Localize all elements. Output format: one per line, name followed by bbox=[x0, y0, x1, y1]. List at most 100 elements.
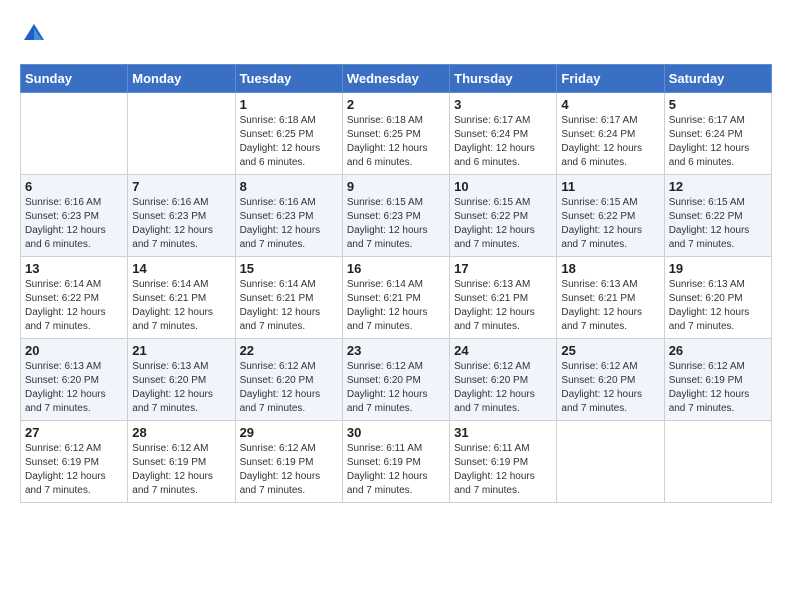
day-info: Sunrise: 6:16 AM Sunset: 6:23 PM Dayligh… bbox=[25, 196, 123, 252]
day-number: 11 bbox=[561, 179, 659, 194]
day-number: 28 bbox=[132, 425, 230, 440]
day-number: 16 bbox=[347, 261, 445, 276]
calendar-cell: 7 Sunrise: 6:16 AM Sunset: 6:23 PM Daylig… bbox=[128, 175, 235, 257]
day-number: 22 bbox=[240, 343, 338, 358]
calendar-cell: 12Sunrise: 6:15 AM Sunset: 6:22 PM Dayli… bbox=[664, 175, 771, 257]
day-number: 17 bbox=[454, 261, 552, 276]
day-number: 21 bbox=[132, 343, 230, 358]
calendar-cell: 9 Sunrise: 6:15 AM Sunset: 6:23 PM Daylig… bbox=[342, 175, 449, 257]
day-header: Friday bbox=[557, 65, 664, 93]
day-number: 3 bbox=[454, 97, 552, 112]
calendar-week-row: 1 Sunrise: 6:18 AM Sunset: 6:25 PM Daylig… bbox=[21, 93, 772, 175]
day-number: 2 bbox=[347, 97, 445, 112]
day-info: Sunrise: 6:13 AM Sunset: 6:20 PM Dayligh… bbox=[669, 278, 767, 334]
day-header: Sunday bbox=[21, 65, 128, 93]
day-info: Sunrise: 6:12 AM Sunset: 6:19 PM Dayligh… bbox=[132, 442, 230, 498]
calendar-body: 1 Sunrise: 6:18 AM Sunset: 6:25 PM Daylig… bbox=[21, 93, 772, 503]
calendar-table: SundayMondayTuesdayWednesdayThursdayFrid… bbox=[20, 64, 772, 503]
calendar-cell: 14Sunrise: 6:14 AM Sunset: 6:21 PM Dayli… bbox=[128, 257, 235, 339]
calendar-cell: 13 Sunrise: 6:14 AM Sunset: 6:22 PM Dayli… bbox=[21, 257, 128, 339]
day-info: Sunrise: 6:17 AM Sunset: 6:24 PM Dayligh… bbox=[454, 114, 552, 170]
calendar-cell: 1 Sunrise: 6:18 AM Sunset: 6:25 PM Daylig… bbox=[235, 93, 342, 175]
calendar-cell: 25 Sunrise: 6:12 AM Sunset: 6:20 PM Dayli… bbox=[557, 339, 664, 421]
calendar-cell: 30 Sunrise: 6:11 AM Sunset: 6:19 PM Dayli… bbox=[342, 421, 449, 503]
day-info: Sunrise: 6:12 AM Sunset: 6:19 PM Dayligh… bbox=[669, 360, 767, 416]
day-number: 1 bbox=[240, 97, 338, 112]
day-number: 30 bbox=[347, 425, 445, 440]
day-info: Sunrise: 6:12 AM Sunset: 6:19 PM Dayligh… bbox=[240, 442, 338, 498]
day-number: 20 bbox=[25, 343, 123, 358]
day-number: 4 bbox=[561, 97, 659, 112]
day-number: 7 bbox=[132, 179, 230, 194]
day-info: Sunrise: 6:14 AM Sunset: 6:21 PM Dayligh… bbox=[132, 278, 230, 334]
calendar-cell bbox=[21, 93, 128, 175]
day-number: 18 bbox=[561, 261, 659, 276]
day-info: Sunrise: 6:16 AM Sunset: 6:23 PM Dayligh… bbox=[240, 196, 338, 252]
day-number: 19 bbox=[669, 261, 767, 276]
calendar-cell: 19 Sunrise: 6:13 AM Sunset: 6:20 PM Dayli… bbox=[664, 257, 771, 339]
day-number: 24 bbox=[454, 343, 552, 358]
day-info: Sunrise: 6:12 AM Sunset: 6:20 PM Dayligh… bbox=[561, 360, 659, 416]
day-info: Sunrise: 6:15 AM Sunset: 6:22 PM Dayligh… bbox=[561, 196, 659, 252]
calendar-cell: 18Sunrise: 6:13 AM Sunset: 6:21 PM Dayli… bbox=[557, 257, 664, 339]
calendar-cell: 28 Sunrise: 6:12 AM Sunset: 6:19 PM Dayli… bbox=[128, 421, 235, 503]
calendar-cell: 31 Sunrise: 6:11 AM Sunset: 6:19 PM Dayli… bbox=[450, 421, 557, 503]
day-number: 12 bbox=[669, 179, 767, 194]
calendar-cell: 24 Sunrise: 6:12 AM Sunset: 6:20 PM Dayli… bbox=[450, 339, 557, 421]
day-number: 6 bbox=[25, 179, 123, 194]
calendar-cell: 11 Sunrise: 6:15 AM Sunset: 6:22 PM Dayli… bbox=[557, 175, 664, 257]
day-number: 13 bbox=[25, 261, 123, 276]
day-info: Sunrise: 6:12 AM Sunset: 6:20 PM Dayligh… bbox=[240, 360, 338, 416]
calendar-cell: 20Sunrise: 6:13 AM Sunset: 6:20 PM Dayli… bbox=[21, 339, 128, 421]
calendar-cell bbox=[128, 93, 235, 175]
day-number: 26 bbox=[669, 343, 767, 358]
day-info: Sunrise: 6:13 AM Sunset: 6:21 PM Dayligh… bbox=[454, 278, 552, 334]
calendar-cell: 6 Sunrise: 6:16 AM Sunset: 6:23 PM Daylig… bbox=[21, 175, 128, 257]
calendar-cell: 23Sunrise: 6:12 AM Sunset: 6:20 PM Dayli… bbox=[342, 339, 449, 421]
day-number: 10 bbox=[454, 179, 552, 194]
calendar-cell: 16 Sunrise: 6:14 AM Sunset: 6:21 PM Dayli… bbox=[342, 257, 449, 339]
day-info: Sunrise: 6:15 AM Sunset: 6:22 PM Dayligh… bbox=[454, 196, 552, 252]
day-number: 31 bbox=[454, 425, 552, 440]
day-info: Sunrise: 6:11 AM Sunset: 6:19 PM Dayligh… bbox=[454, 442, 552, 498]
day-info: Sunrise: 6:18 AM Sunset: 6:25 PM Dayligh… bbox=[347, 114, 445, 170]
calendar-cell: 27 Sunrise: 6:12 AM Sunset: 6:19 PM Dayli… bbox=[21, 421, 128, 503]
day-info: Sunrise: 6:15 AM Sunset: 6:23 PM Dayligh… bbox=[347, 196, 445, 252]
day-number: 5 bbox=[669, 97, 767, 112]
day-number: 25 bbox=[561, 343, 659, 358]
calendar-cell: 26 Sunrise: 6:12 AM Sunset: 6:19 PM Dayli… bbox=[664, 339, 771, 421]
calendar-cell: 15Sunrise: 6:14 AM Sunset: 6:21 PM Dayli… bbox=[235, 257, 342, 339]
day-number: 23 bbox=[347, 343, 445, 358]
calendar-cell bbox=[664, 421, 771, 503]
day-info: Sunrise: 6:11 AM Sunset: 6:19 PM Dayligh… bbox=[347, 442, 445, 498]
calendar-header-row: SundayMondayTuesdayWednesdayThursdayFrid… bbox=[21, 65, 772, 93]
day-number: 9 bbox=[347, 179, 445, 194]
calendar-cell: 21 Sunrise: 6:13 AM Sunset: 6:20 PM Dayli… bbox=[128, 339, 235, 421]
logo-icon bbox=[20, 20, 48, 48]
day-header: Monday bbox=[128, 65, 235, 93]
day-info: Sunrise: 6:18 AM Sunset: 6:25 PM Dayligh… bbox=[240, 114, 338, 170]
calendar-cell: 2 Sunrise: 6:18 AM Sunset: 6:25 PM Daylig… bbox=[342, 93, 449, 175]
calendar-cell: 4Sunrise: 6:17 AM Sunset: 6:24 PM Daylig… bbox=[557, 93, 664, 175]
day-info: Sunrise: 6:13 AM Sunset: 6:20 PM Dayligh… bbox=[132, 360, 230, 416]
day-info: Sunrise: 6:14 AM Sunset: 6:21 PM Dayligh… bbox=[347, 278, 445, 334]
day-header: Saturday bbox=[664, 65, 771, 93]
day-number: 29 bbox=[240, 425, 338, 440]
day-info: Sunrise: 6:17 AM Sunset: 6:24 PM Dayligh… bbox=[669, 114, 767, 170]
day-number: 27 bbox=[25, 425, 123, 440]
day-info: Sunrise: 6:16 AM Sunset: 6:23 PM Dayligh… bbox=[132, 196, 230, 252]
day-number: 15 bbox=[240, 261, 338, 276]
calendar-cell: 17 Sunrise: 6:13 AM Sunset: 6:21 PM Dayli… bbox=[450, 257, 557, 339]
calendar-cell: 3 Sunrise: 6:17 AM Sunset: 6:24 PM Daylig… bbox=[450, 93, 557, 175]
calendar-cell: 29 Sunrise: 6:12 AM Sunset: 6:19 PM Dayli… bbox=[235, 421, 342, 503]
calendar-week-row: 27 Sunrise: 6:12 AM Sunset: 6:19 PM Dayli… bbox=[21, 421, 772, 503]
day-info: Sunrise: 6:12 AM Sunset: 6:19 PM Dayligh… bbox=[25, 442, 123, 498]
day-number: 8 bbox=[240, 179, 338, 194]
day-info: Sunrise: 6:12 AM Sunset: 6:20 PM Dayligh… bbox=[454, 360, 552, 416]
calendar-cell: 5 Sunrise: 6:17 AM Sunset: 6:24 PM Daylig… bbox=[664, 93, 771, 175]
day-header: Wednesday bbox=[342, 65, 449, 93]
day-header: Thursday bbox=[450, 65, 557, 93]
logo bbox=[20, 20, 52, 48]
day-info: Sunrise: 6:14 AM Sunset: 6:22 PM Dayligh… bbox=[25, 278, 123, 334]
calendar-week-row: 13 Sunrise: 6:14 AM Sunset: 6:22 PM Dayli… bbox=[21, 257, 772, 339]
